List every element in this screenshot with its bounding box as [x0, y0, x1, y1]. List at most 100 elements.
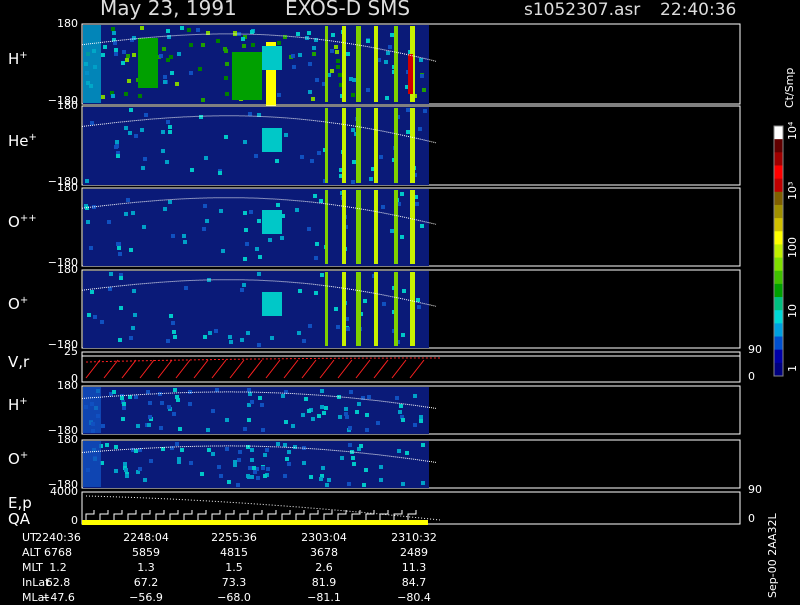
pixel-cell: [307, 31, 311, 35]
ut-cell: 1.2: [49, 561, 67, 574]
panel-bg-5: [83, 387, 429, 434]
pixel-cell: [236, 483, 240, 487]
pixel-cell: [172, 412, 176, 416]
pixel-cell: [189, 461, 193, 465]
panel-label-3: O+: [8, 295, 29, 313]
panel-label-5: H+: [8, 396, 28, 414]
pixel-cell: [113, 41, 117, 45]
bright-stripe: [410, 108, 415, 183]
pixel-cell: [100, 320, 104, 324]
colorbar-swatch: [774, 231, 783, 245]
pixel-cell: [247, 388, 251, 392]
pixel-cell: [129, 248, 133, 252]
pixel-cell: [115, 140, 119, 144]
pixel-cell: [116, 154, 120, 158]
pixel-cell: [276, 203, 280, 207]
pixel-cell: [317, 151, 321, 155]
pixel-cell: [413, 394, 417, 398]
pixel-cell: [178, 427, 182, 431]
colorbar-swatch: [774, 165, 783, 180]
pixel-cell: [243, 140, 247, 144]
pixel-cell: [366, 39, 370, 43]
bright-stripe: [342, 190, 346, 264]
ut-cell: 2310:32: [391, 531, 437, 544]
pixel-cell: [348, 426, 352, 430]
pixel-cell: [317, 414, 321, 418]
colorbar-tick: 100: [786, 237, 799, 258]
pixel-cell: [250, 458, 254, 462]
pixel-cell: [255, 247, 259, 251]
pixel-cell: [349, 77, 353, 81]
pixel-cell: [376, 421, 380, 425]
pixel-cell: [132, 53, 136, 57]
pixel-cell: [215, 388, 219, 392]
pixel-cell: [320, 405, 324, 409]
pixel-cell: [168, 125, 172, 129]
pixel-cell: [419, 58, 423, 62]
pixel-cell: [334, 45, 338, 49]
pixel-cell: [381, 205, 385, 209]
pixel-cell: [147, 423, 151, 427]
ut-cell: 62.8: [45, 576, 71, 589]
pixel-cell: [109, 272, 113, 276]
pixel-cell: [384, 60, 388, 64]
pixel-cell: [315, 78, 319, 82]
pixel-cell: [224, 49, 228, 53]
pixel-cell: [105, 443, 109, 447]
pixel-cell: [363, 299, 367, 303]
pixel-cell: [140, 128, 144, 132]
pixel-cell: [351, 180, 355, 184]
pixel-cell: [190, 168, 194, 172]
pixel-cell: [284, 133, 288, 137]
pixel-cell: [237, 458, 241, 462]
pixel-cell: [401, 333, 405, 337]
pixel-cell: [283, 443, 287, 447]
bright-stripe: [356, 108, 361, 183]
pixel-cell: [421, 443, 425, 447]
pixel-cell: [256, 476, 260, 480]
pixel-cell: [307, 409, 311, 413]
pixel-cell: [293, 445, 297, 449]
pixel-cell: [131, 326, 135, 330]
rtick-bot-4: 0: [748, 370, 755, 383]
colorbar-swatch: [774, 323, 783, 338]
red-stripe: [408, 54, 413, 94]
ut-column-2: 2255:36 4815 1.5 73.3 −68.0: [194, 530, 274, 605]
pixel-cell: [253, 470, 257, 474]
pixel-cell: [295, 208, 299, 212]
pixel-cell: [162, 47, 166, 51]
pixel-cell: [138, 94, 142, 98]
pixel-cell: [205, 219, 209, 223]
pixel-cell: [357, 402, 361, 406]
pixel-cell: [349, 390, 353, 394]
pixel-cell: [118, 338, 122, 342]
pixel-cell: [314, 256, 318, 260]
pixel-cell: [119, 276, 123, 280]
pixel-cell: [175, 442, 179, 446]
pixel-cell: [114, 469, 118, 473]
pixel-cell: [322, 411, 326, 415]
pixel-cell: [261, 428, 265, 432]
ut-cell: 11.3: [401, 561, 427, 574]
pixel-cell: [258, 396, 262, 400]
colorbar-tick: 10: [786, 304, 799, 318]
ytick-bot-7: 0: [71, 514, 78, 527]
ut-cell: 2303:04: [301, 531, 347, 544]
pixel-cell: [250, 448, 254, 452]
colorbar-tick: 10⁴: [786, 121, 799, 140]
pixel-cell: [319, 477, 323, 481]
colorbar-swatch: [774, 139, 783, 153]
ut-cell: 2255:36: [211, 531, 257, 544]
pixel-cell: [309, 475, 313, 479]
pixel-cell: [117, 246, 121, 250]
panel-label-2: O++: [8, 213, 37, 231]
pixel-cell: [400, 235, 404, 239]
pixel-cell: [417, 305, 421, 309]
pixel-cell: [118, 252, 122, 256]
pixel-cell: [314, 291, 318, 295]
pixel-cell: [420, 74, 424, 78]
pixel-cell: [275, 159, 279, 163]
pixel-cell: [246, 331, 250, 335]
pixel-cell: [420, 224, 424, 228]
pixel-cell: [385, 96, 389, 100]
